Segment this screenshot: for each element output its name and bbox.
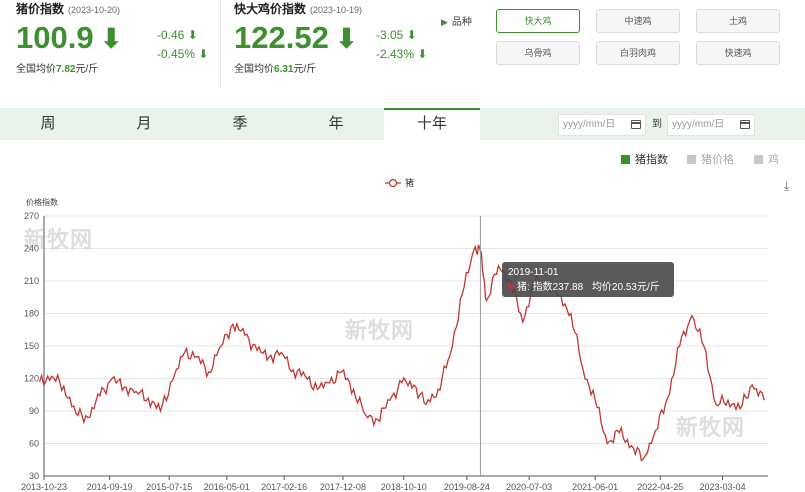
x-tick-label: 2017-12-08 — [320, 482, 366, 492]
x-tick-label: 2020-07-03 — [506, 482, 552, 492]
tooltip-values: 猪: 指数237.88 均价20.53元/斤 — [508, 280, 668, 295]
x-tick-label: 2018-10-10 — [381, 482, 427, 492]
tooltip-index: 指数237.88 — [532, 282, 584, 293]
y-axis: 30 60 90 120 150 180 210 240 270 — [24, 211, 45, 481]
y-tick-label: 150 — [24, 341, 39, 351]
x-axis: 2013-10-23 2014-09-19 2015-07-15 2016-05-01… — [21, 475, 768, 492]
x-tick-label: 2013-10-23 — [21, 482, 67, 492]
x-tick-label: 2017-02-16 — [261, 482, 307, 492]
x-tick-label: 2021-06-01 — [572, 482, 618, 492]
y-axis-label: 价格指数 — [26, 197, 58, 207]
tooltip-date: 2019-11-01 — [508, 267, 559, 278]
tooltip-series: 猪: — [517, 282, 530, 293]
y-tick-label: 30 — [29, 471, 39, 481]
x-tick-label: 2023-03-04 — [700, 482, 746, 492]
tooltip-price: 均价20.53元/斤 — [591, 282, 660, 293]
y-tick-label: 120 — [24, 374, 39, 384]
chart-legend: 猪 — [385, 177, 414, 188]
x-tick-label: 2019-08-24 — [444, 482, 490, 492]
y-tick-label: 210 — [24, 276, 39, 286]
legend-label: 猪 — [405, 177, 414, 188]
y-tick-label: 240 — [24, 244, 39, 254]
chart-grid — [44, 215, 768, 477]
series-dot-icon — [508, 284, 514, 290]
x-tick-label: 2022-04-25 — [637, 482, 683, 492]
pig-index-chart: 30 60 90 120 150 180 210 240 270 2013-10-23 2014-… — [21, 177, 768, 492]
y-tick-label: 270 — [24, 211, 39, 221]
y-tick-label: 90 — [29, 406, 39, 416]
y-tick-label: 60 — [29, 439, 39, 449]
x-tick-label: 2014-09-19 — [87, 482, 133, 492]
legend-marker — [388, 178, 398, 188]
x-tick-label: 2015-07-15 — [146, 482, 192, 492]
x-tick-label: 2016-05-01 — [204, 482, 250, 492]
chart-tooltip: 2019-11-01 猪: 指数237.88 均价20.53元/斤 — [502, 262, 674, 297]
y-tick-label: 180 — [24, 309, 39, 319]
